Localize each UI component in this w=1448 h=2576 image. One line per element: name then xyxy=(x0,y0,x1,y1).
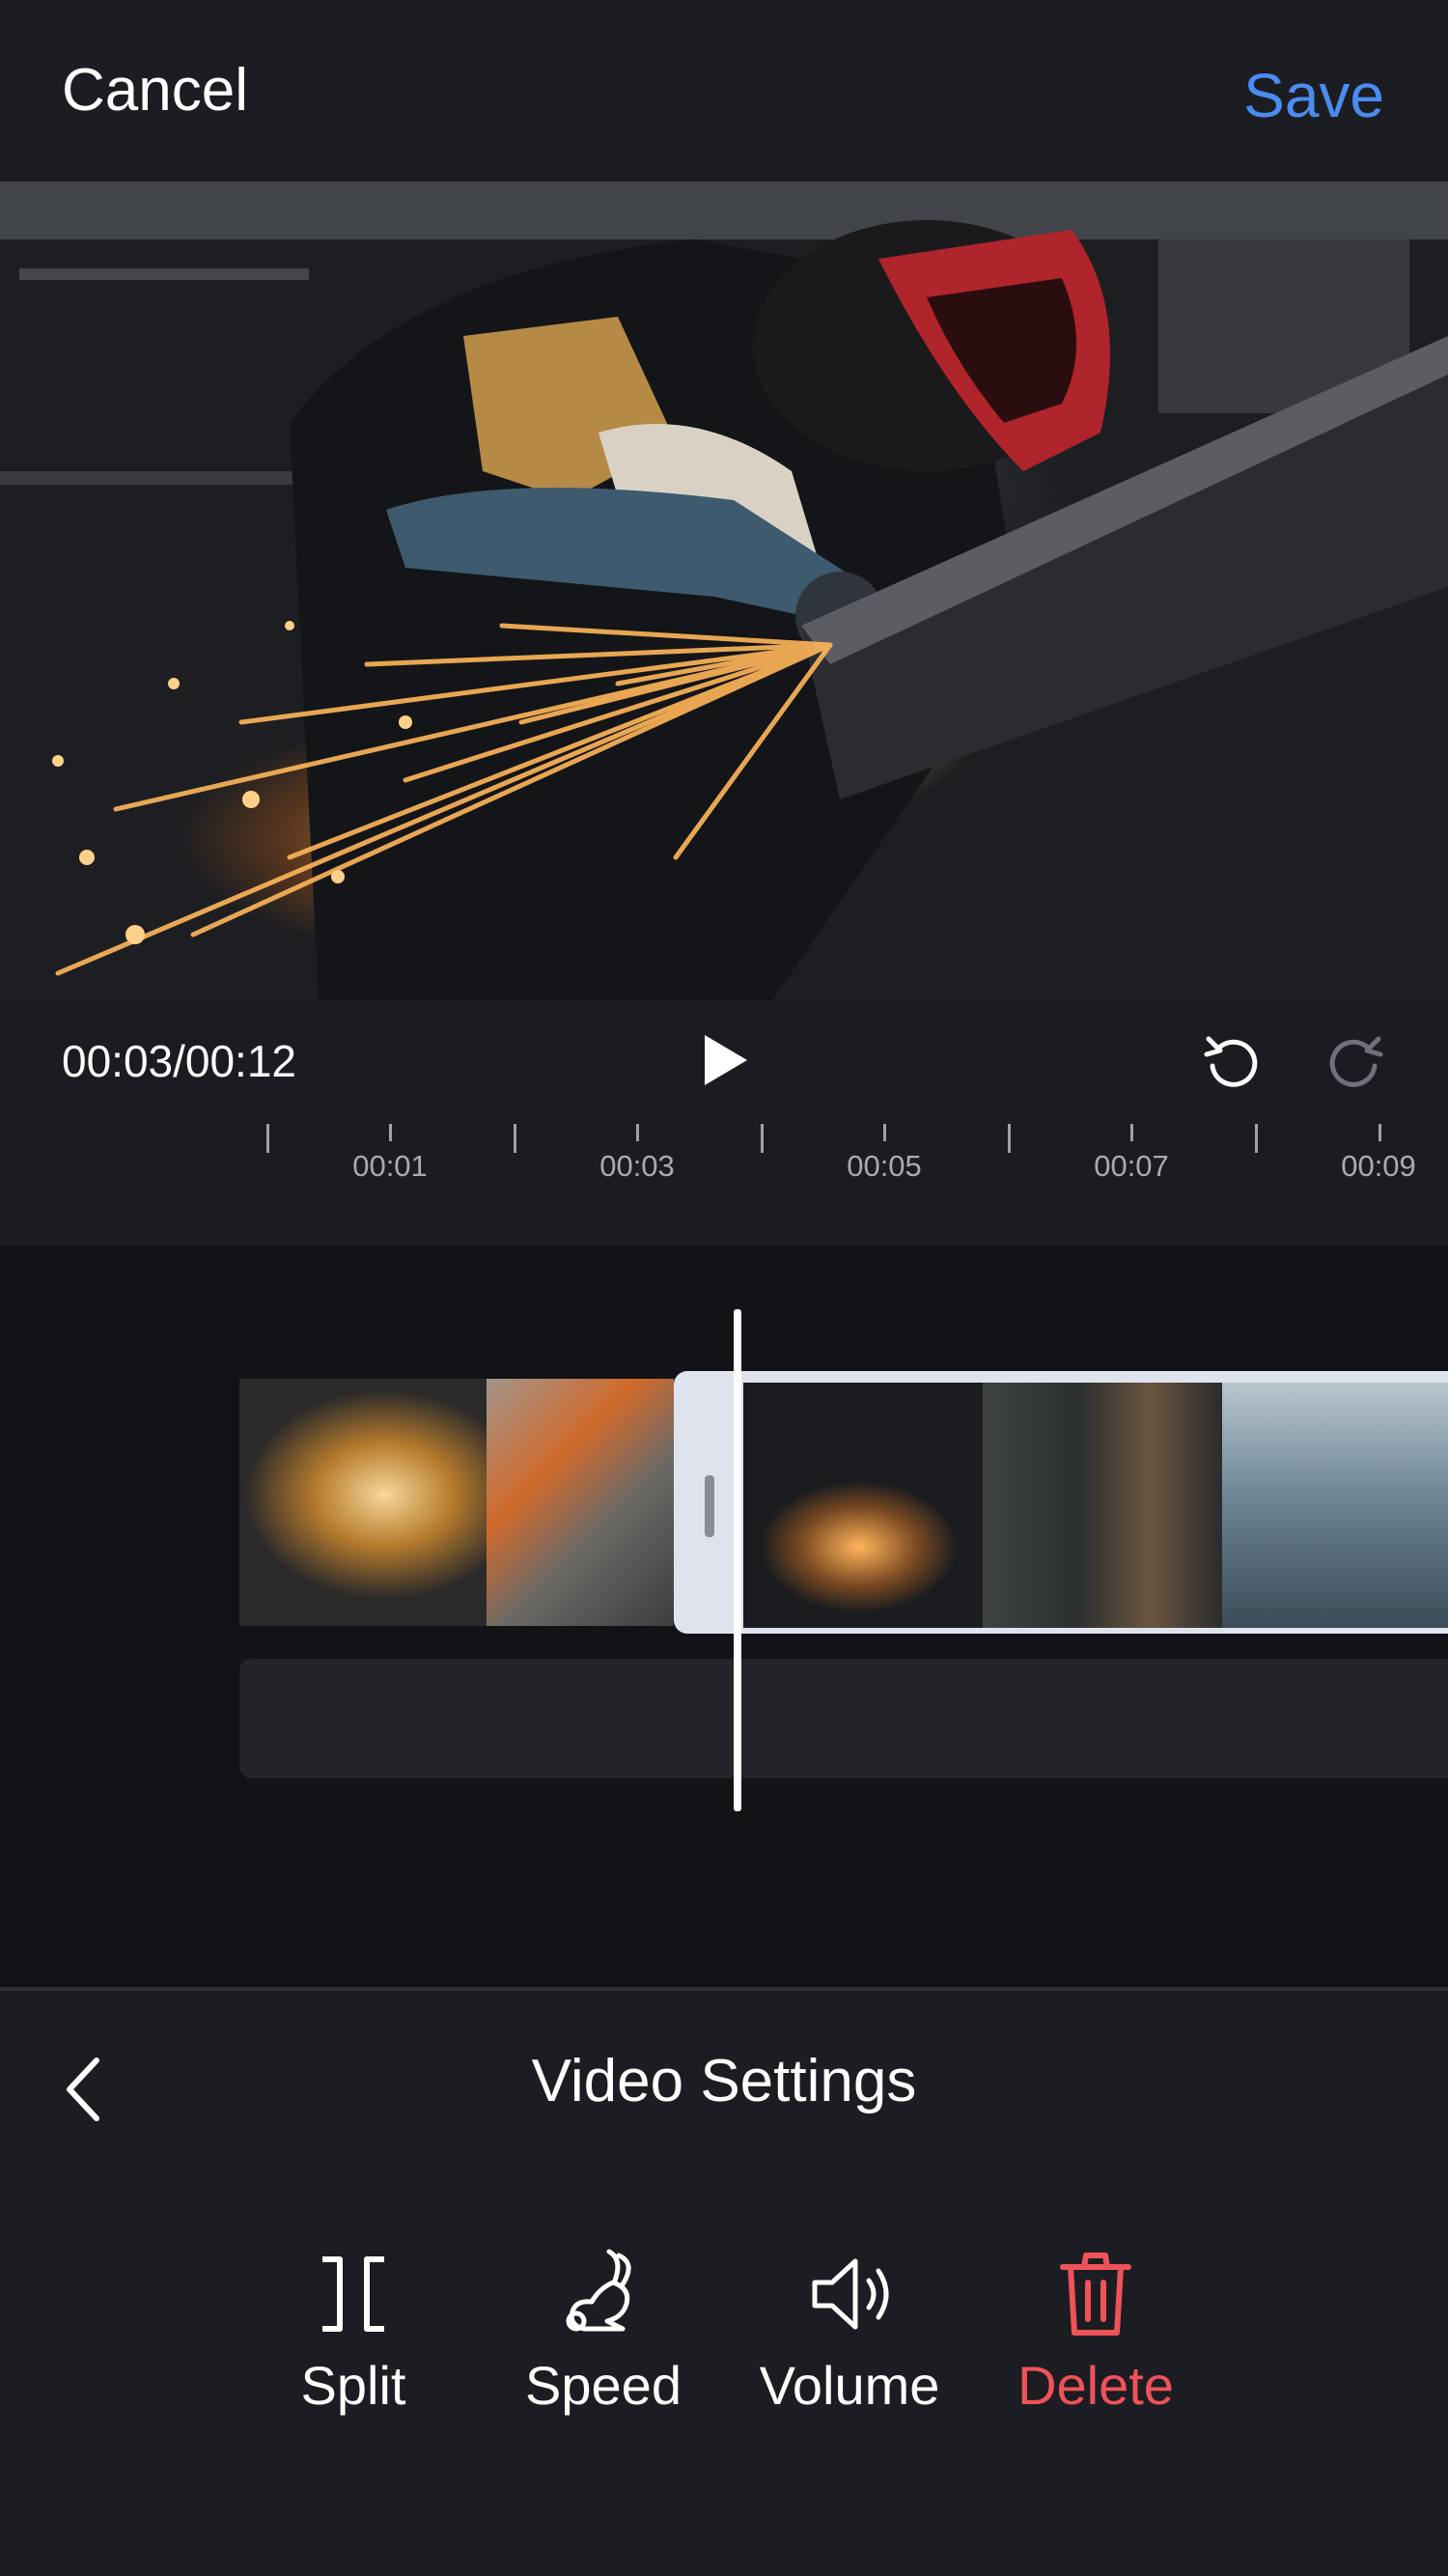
video-preview[interactable] xyxy=(0,182,1448,1000)
ruler-label: 00:01 xyxy=(352,1149,428,1183)
preview-frame-illustration xyxy=(0,182,1448,1000)
undo-icon[interactable] xyxy=(1201,1029,1263,1091)
ruler-tick xyxy=(1255,1124,1258,1153)
clip-thumbnail xyxy=(239,1379,487,1626)
ruler-tick xyxy=(1130,1124,1133,1141)
ruler-tick xyxy=(1378,1124,1381,1141)
volume-label: Volume xyxy=(759,2355,940,2416)
audio-track[interactable] xyxy=(239,1659,1448,1778)
panel-title: Video Settings xyxy=(531,2048,917,2114)
ruler-tick xyxy=(636,1124,639,1141)
clip-thumbnails xyxy=(743,1383,1448,1628)
split-button[interactable]: Split xyxy=(247,2246,459,2439)
ruler-tick xyxy=(883,1124,886,1141)
ruler-label: 00:05 xyxy=(847,1149,922,1183)
split-label: Split xyxy=(300,2355,406,2416)
volume-button[interactable]: Volume xyxy=(743,2246,956,2439)
save-button[interactable]: Save xyxy=(1243,60,1384,131)
speed-button[interactable]: Speed xyxy=(497,2246,710,2439)
split-icon xyxy=(322,2256,384,2332)
video-editor: Cancel Save 00:03/00:12 00:01 00:03 00:0… xyxy=(0,0,1448,2576)
playhead[interactable] xyxy=(734,1309,741,1811)
cancel-button[interactable]: Cancel xyxy=(62,56,248,125)
clip-thumbnail xyxy=(983,1383,1222,1628)
selected-video-clip[interactable] xyxy=(674,1371,1448,1634)
trash-icon xyxy=(1060,2253,1131,2336)
ruler-label: 00:03 xyxy=(599,1149,675,1183)
clip-thumbnail xyxy=(1222,1383,1448,1628)
rabbit-icon xyxy=(566,2249,631,2332)
play-icon[interactable] xyxy=(693,1029,755,1091)
grip-icon xyxy=(705,1475,714,1537)
top-bar: Cancel Save xyxy=(0,0,1448,182)
speaker-icon xyxy=(812,2258,889,2330)
clip-thumbnail xyxy=(487,1379,674,1626)
clip-thumbnail xyxy=(743,1383,983,1628)
time-display: 00:03/00:12 xyxy=(62,1036,297,1086)
ruler-tick xyxy=(761,1124,764,1153)
ruler-tick xyxy=(514,1124,516,1153)
delete-label: Delete xyxy=(1017,2355,1174,2416)
ruler-label: 00:07 xyxy=(1094,1149,1169,1183)
time-ruler[interactable]: 00:01 00:03 00:05 00:07 00:09 xyxy=(0,1120,1448,1197)
speed-label: Speed xyxy=(525,2355,682,2416)
ruler-tick xyxy=(266,1124,269,1153)
delete-button[interactable]: Delete xyxy=(989,2246,1202,2439)
clip-trim-handle[interactable] xyxy=(680,1377,741,1628)
ruler-tick xyxy=(389,1124,392,1141)
redo-icon[interactable] xyxy=(1324,1029,1386,1091)
video-clip[interactable] xyxy=(239,1379,674,1626)
ruler-tick xyxy=(1008,1124,1011,1153)
ruler-label: 00:09 xyxy=(1341,1149,1416,1183)
